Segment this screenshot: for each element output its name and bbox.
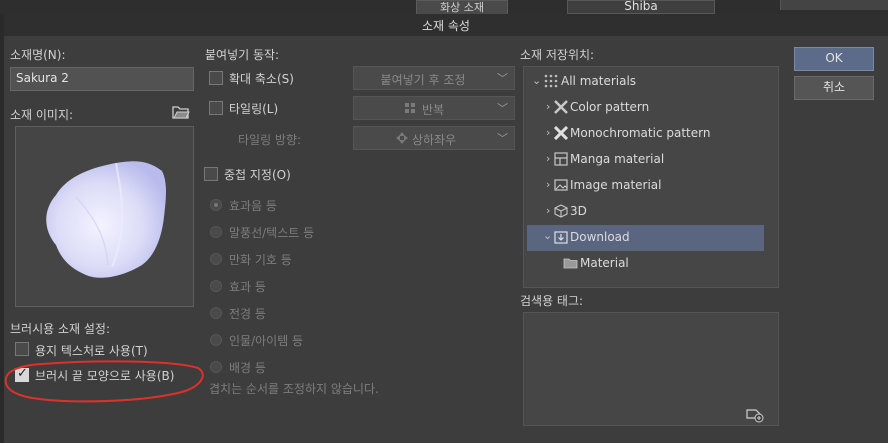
- material-name-label: 소재명(N):: [10, 48, 66, 62]
- chevron-right-icon: ›: [546, 178, 551, 191]
- folder-icon: [563, 256, 578, 270]
- layer-option-radio[interactable]: [210, 226, 222, 238]
- scale-mode-value: 붙여넣기 후 조정: [380, 73, 466, 87]
- layer-option-radio[interactable]: [210, 280, 222, 292]
- dialog-title: 소재 속성: [422, 19, 470, 33]
- grid-dots-icon: [544, 74, 558, 88]
- chevron-down-icon: ⌄: [543, 229, 553, 242]
- chevron-down-icon: ﹀: [497, 102, 508, 115]
- tree-item-color-pattern[interactable]: › Color pattern: [526, 95, 764, 121]
- tree-item-manga-material[interactable]: › Manga material: [526, 147, 764, 173]
- paper-texture-label: 용지 텍스처로 사용(T): [35, 344, 148, 358]
- material-image-label: 소재 이미지:: [10, 108, 74, 122]
- tiling-direction-label: 타일링 방향:: [238, 133, 302, 147]
- sakura-petal-image: [46, 161, 166, 278]
- chevron-down-icon: ⌄: [532, 74, 542, 87]
- tiling-direction-value: 상하좌우: [411, 133, 457, 147]
- layer-option-radio[interactable]: [210, 253, 222, 265]
- layer-option-label: 말풍선/텍스트 등: [229, 226, 315, 240]
- chevron-right-icon: ›: [546, 126, 551, 139]
- layer-option-label: 효과음 등: [229, 199, 277, 213]
- tree-item-label: Download: [570, 230, 630, 244]
- storage-location-label: 소재 저장위치:: [520, 48, 595, 62]
- scale-checkbox[interactable]: [209, 71, 223, 85]
- scale-mode-select[interactable]: 붙여넣기 후 조정 ﹀: [353, 66, 515, 90]
- ok-button[interactable]: OK: [794, 47, 874, 71]
- chevron-right-icon: ›: [546, 152, 551, 165]
- tree-item-material[interactable]: Material: [526, 251, 764, 277]
- brush-settings-label: 브러시용 소재 설정:: [10, 322, 110, 336]
- layer-option-label: 효과 등: [229, 280, 266, 294]
- download-folder-icon: [554, 230, 568, 244]
- layering-checkbox[interactable]: [204, 167, 218, 181]
- tree-item-label: Material: [580, 256, 629, 270]
- manga-material-icon: [554, 152, 568, 166]
- layer-option-label: 전경 등: [229, 307, 266, 321]
- chevron-down-icon: ﹀: [497, 72, 508, 85]
- red-highlight-ellipse: [4, 360, 204, 403]
- layer-option-label: 인물/아이템 등: [229, 334, 304, 348]
- tree-item-all-materials[interactable]: ⌄ All materials: [526, 69, 764, 95]
- layer-option-radio[interactable]: [210, 334, 222, 346]
- background-shiba-field: Shiba: [567, 0, 715, 14]
- tiling-checkbox[interactable]: [209, 101, 223, 115]
- layer-option-radio[interactable]: [210, 361, 222, 373]
- tiling-mode-value: 반복: [421, 103, 445, 117]
- layering-hint: 겹치는 순서를 조정하지 않습니다.: [209, 382, 379, 396]
- paper-texture-checkbox[interactable]: [15, 342, 29, 356]
- layering-label: 중첩 지정(O): [224, 168, 291, 182]
- tiling-mode-select[interactable]: 반복 ﹀: [353, 96, 515, 120]
- image-material-icon: [554, 178, 568, 192]
- layer-option-label: 배경 등: [229, 361, 266, 375]
- cube-icon: [554, 204, 568, 218]
- tree-item-label: Monochromatic pattern: [570, 126, 711, 140]
- add-tag-icon[interactable]: [746, 407, 764, 423]
- color-pattern-icon: [554, 100, 568, 114]
- tree-item-monochromatic-pattern[interactable]: › Monochromatic pattern: [526, 121, 764, 147]
- tree-item-label: 3D: [570, 204, 587, 218]
- dialog-title-bar[interactable]: 소재 속성: [4, 14, 888, 37]
- background-right-panel: [780, 0, 888, 10]
- layer-option-radio[interactable]: [210, 199, 222, 211]
- layer-option-label: 만화 기호 등: [229, 253, 292, 267]
- search-tags-label: 검색용 태그:: [520, 294, 584, 308]
- open-folder-icon[interactable]: [172, 104, 190, 120]
- mono-pattern-icon: [553, 125, 569, 141]
- tiling-direction-select[interactable]: 상하좌우 ﹀: [353, 126, 515, 150]
- tree-item-label: Color pattern: [570, 100, 650, 114]
- paste-behavior-label: 붙여넣기 동작:: [205, 48, 280, 62]
- layer-option-radio[interactable]: [210, 307, 222, 319]
- tiling-label: 타일링(L): [229, 102, 279, 116]
- scale-label: 확대 축소(S): [229, 72, 294, 86]
- search-tags-box[interactable]: [523, 312, 779, 426]
- tree-item-download[interactable]: ⌄ Download: [527, 225, 764, 251]
- tree-item-image-material[interactable]: › Image material: [526, 173, 764, 199]
- chevron-right-icon: ›: [546, 204, 551, 217]
- material-name-input[interactable]: Sakura 2: [10, 67, 194, 91]
- tree-item-label: Manga material: [570, 152, 665, 166]
- material-image-preview: [15, 126, 194, 307]
- chevron-right-icon: ›: [546, 100, 551, 113]
- tree-item-label: All materials: [561, 74, 637, 88]
- chevron-down-icon: ﹀: [497, 132, 508, 145]
- cancel-button[interactable]: 취소: [794, 76, 874, 100]
- tree-item-label: Image material: [570, 178, 662, 192]
- tree-item-3d[interactable]: › 3D: [526, 199, 764, 225]
